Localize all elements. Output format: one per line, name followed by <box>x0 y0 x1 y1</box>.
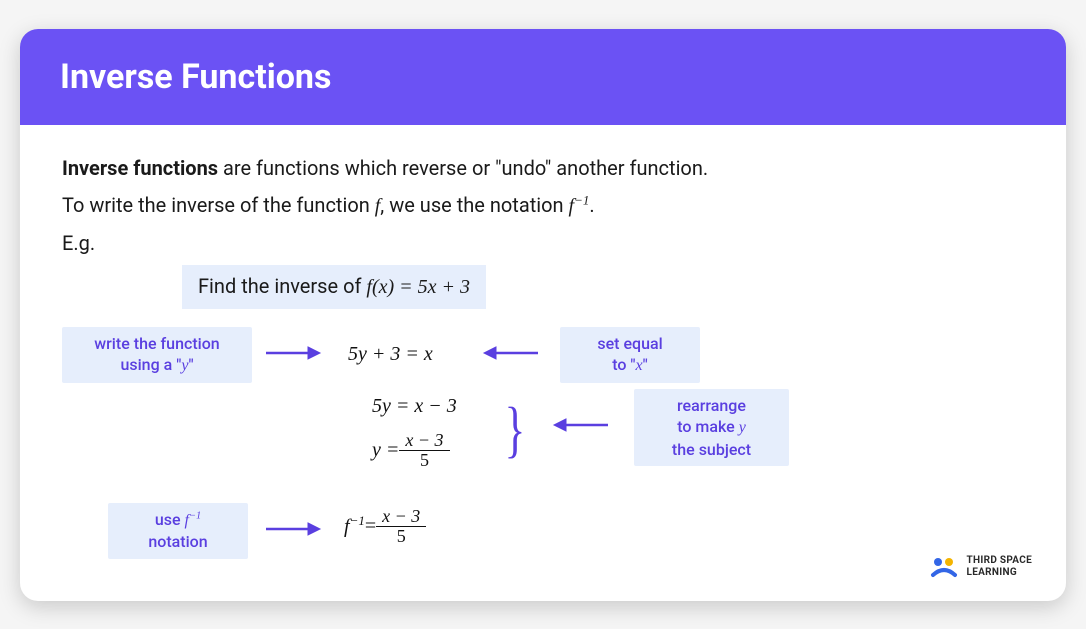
brand-line1: THIRD SPACE <box>967 555 1032 567</box>
hint-r1a: set equal <box>597 334 662 353</box>
intro-2a: To write the inverse of the function <box>62 193 375 217</box>
intro-line-2: To write the inverse of the function f, … <box>62 190 1024 222</box>
hint-l1b: using a " <box>120 355 181 374</box>
hint-l2a: use <box>155 510 185 529</box>
hint-r1c: " <box>643 355 648 374</box>
equation-2: 5y = x − 3 <box>372 391 457 422</box>
intro-finv: f−1 <box>569 195 590 217</box>
hint-l1c: " <box>188 355 193 374</box>
equation-1: 5y + 3 = x <box>348 339 433 370</box>
example-problem: Find the inverse of f(x) = 5x + 3 <box>182 265 486 309</box>
hint-l1a: write the function <box>94 334 219 353</box>
hint-l2v: f−1 <box>185 512 202 529</box>
arrow-left-2 <box>552 413 612 437</box>
finv-sup: −1 <box>574 192 589 207</box>
arrow-right-2 <box>262 517 322 541</box>
hint-r1b: to " <box>612 355 635 374</box>
brand-line2: LEARNING <box>967 567 1032 579</box>
eq2-text: 5y = x − 3 <box>372 395 457 417</box>
brace-icon: } <box>504 382 525 478</box>
brand-logo: THIRD SPACE LEARNING <box>929 555 1032 579</box>
eq3-frac: x − 3 5 <box>399 431 449 472</box>
intro-line-1: Inverse functions are functions which re… <box>62 153 1024 184</box>
page-title: Inverse Functions <box>60 57 1026 97</box>
eq3-num: x − 3 <box>399 431 449 452</box>
hint-write-using-y: write the function using a "y" <box>62 327 252 383</box>
equation-4: f−1 = x − 3 5 <box>344 507 426 548</box>
intro-2c: . <box>589 193 594 217</box>
equation-3: y = x − 3 5 <box>372 431 450 472</box>
example-text: Find the inverse of <box>198 274 366 298</box>
hint-r2a: rearrange <box>677 396 746 415</box>
hint-r1v: x <box>636 357 643 374</box>
content: Inverse functions are functions which re… <box>20 125 1066 601</box>
arrow-right-1 <box>262 341 322 365</box>
eq1-text: 5y + 3 = x <box>348 343 433 365</box>
hint-r2c: the subject <box>672 440 751 459</box>
hint-set-equal-x: set equal to "x" <box>560 327 700 383</box>
intro-rest-1: are functions which reverse or "undo" an… <box>218 156 708 180</box>
eq4-lhs: f−1 <box>344 511 365 543</box>
eq4-eq: = <box>365 511 376 542</box>
logo-icon <box>929 555 959 579</box>
example-fx: f(x) = 5x + 3 <box>366 276 470 298</box>
diagram: write the function using a "y" 5y + 3 = … <box>62 327 1024 577</box>
intro-strong: Inverse functions <box>62 156 218 180</box>
arrow-left-1 <box>482 341 542 365</box>
hint-r2b: to make <box>677 417 739 436</box>
lesson-card: Inverse Functions Inverse functions are … <box>20 29 1066 601</box>
eq4-den: 5 <box>391 527 412 547</box>
hint-r2v: y <box>739 419 746 436</box>
hint-l2b: notation <box>148 532 207 551</box>
hint-rearrange: rearrange to make y the subject <box>634 389 789 467</box>
hint-use-finv: use f−1 notation <box>108 503 248 559</box>
eq4-frac: x − 3 5 <box>376 507 426 548</box>
eq4-num: x − 3 <box>376 507 426 528</box>
eq3-lhs: y = <box>372 435 399 466</box>
intro-2b: , we use the notation <box>380 193 568 217</box>
eg-label: E.g. <box>62 228 1024 259</box>
header: Inverse Functions <box>20 29 1066 125</box>
eq3-den: 5 <box>414 451 435 471</box>
brand-text: THIRD SPACE LEARNING <box>967 555 1032 579</box>
